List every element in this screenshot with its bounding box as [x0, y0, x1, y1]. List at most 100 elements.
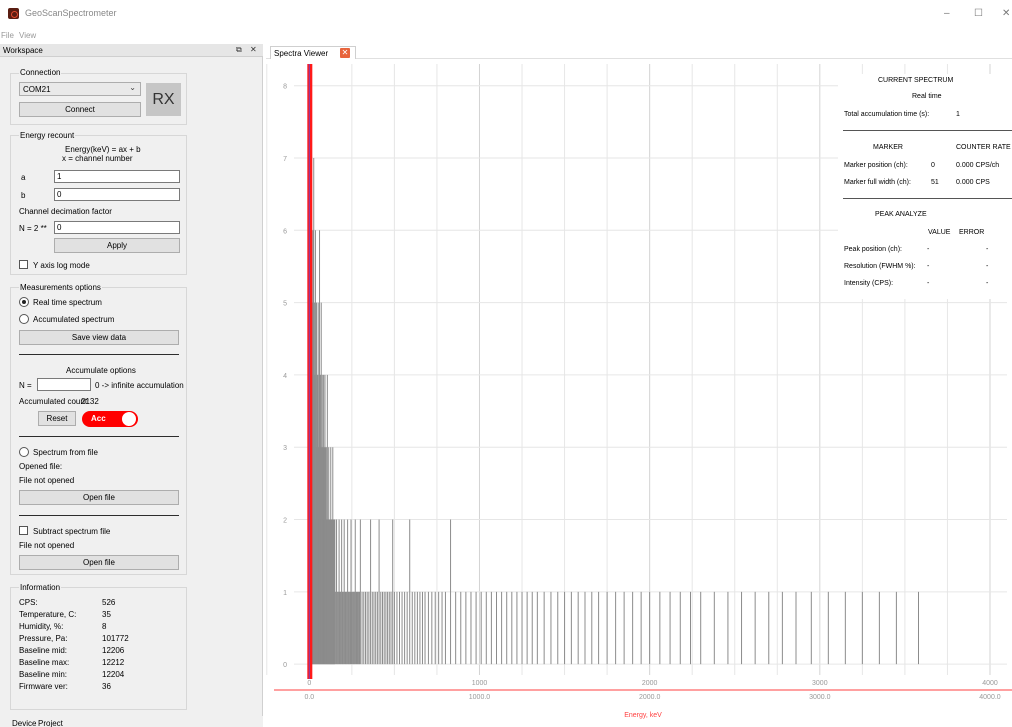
x-tick-label: 2000: [642, 680, 658, 687]
current-title: CURRENT SPECTRUM: [878, 77, 954, 84]
marker-width-rate: 0.000 CPS: [956, 179, 990, 186]
peak-row-label: Intensity (CPS):: [844, 280, 894, 287]
a-input[interactable]: 1: [54, 170, 180, 183]
x-tick-label-secondary: 2000.0: [639, 694, 661, 701]
total-time-label: Total accumulation time (s):: [844, 111, 930, 118]
y-tick-label: 2: [283, 518, 287, 525]
peak-row-value: -: [927, 246, 930, 253]
realtime-label: Real time spectrum: [33, 298, 102, 307]
acc-toggle[interactable]: Acc: [82, 411, 138, 427]
reset-button[interactable]: Reset: [38, 411, 76, 426]
spectra-viewer-label: Spectra Viewer: [274, 49, 329, 58]
info-value: 526: [102, 598, 116, 607]
accumulated-label: Accumulated spectrum: [33, 315, 115, 324]
window-title: GeoScanSpectrometer: [25, 8, 117, 18]
port-select[interactable]: COM21 ⌄: [19, 82, 141, 96]
save-view-button[interactable]: Save view data: [19, 330, 179, 345]
peak-row-error: -: [986, 246, 989, 253]
peak-row-value: -: [927, 263, 930, 270]
y-tick-label: 0: [283, 662, 287, 669]
subtract-checkbox[interactable]: [19, 526, 28, 535]
separator: [843, 130, 1012, 131]
app-logo-icon: [8, 8, 19, 19]
energy-title: Energy recount: [19, 131, 76, 140]
connect-button[interactable]: Connect: [19, 102, 141, 117]
app-window: GeoScanSpectrometer – ☐ ✕ File View Work…: [0, 0, 1012, 727]
tab-device[interactable]: Device: [12, 719, 36, 727]
chevron-down-icon: ⌄: [129, 83, 136, 92]
separator: [19, 436, 179, 437]
close-icon[interactable]: ✕: [1002, 8, 1010, 19]
subtract-open-button[interactable]: Open file: [19, 555, 179, 570]
open-file-button[interactable]: Open file: [19, 490, 179, 505]
port-value: COM21: [23, 85, 51, 94]
separator: [19, 354, 179, 355]
info-label: Firmware ver:: [19, 682, 68, 691]
info-label: Baseline min:: [19, 670, 68, 679]
peak-analyze-title: PEAK ANALYZE: [875, 211, 927, 218]
marker-position-rate: 0.000 CPS/ch: [956, 162, 1000, 169]
info-value: 12212: [102, 658, 125, 667]
log-mode-label: Y axis log mode: [33, 261, 90, 270]
realtime-radio[interactable]: [19, 297, 29, 307]
title-bar: GeoScanSpectrometer – ☐ ✕: [0, 0, 1012, 30]
total-time-value: 1: [956, 111, 960, 118]
tab-spectra-viewer[interactable]: Spectra Viewer ✕: [270, 46, 356, 59]
b-label: b: [21, 191, 26, 200]
float-icon[interactable]: ⧉: [236, 45, 242, 55]
accum-count-label: Accumulated count:: [19, 397, 90, 406]
information-title: Information: [19, 583, 62, 592]
from-file-radio[interactable]: [19, 447, 29, 457]
measurements-title: Measurements options: [19, 283, 102, 292]
b-input[interactable]: 0: [54, 188, 180, 201]
info-label: CPS:: [19, 598, 38, 607]
separator: [19, 515, 179, 516]
accum-n-label: N =: [19, 381, 32, 390]
peak-row-error: -: [986, 280, 989, 287]
accum-n-input[interactable]: [37, 378, 91, 391]
accum-count-value: 2132: [81, 397, 99, 406]
x-tick-label-secondary: 1000.0: [469, 694, 491, 701]
accumulate-options-title: Accumulate options: [66, 366, 136, 375]
x-tick-label-secondary: 0.0: [304, 694, 314, 701]
accumulated-radio[interactable]: [19, 314, 29, 324]
from-file-label: Spectrum from file: [33, 448, 98, 457]
a-label: a: [21, 173, 26, 182]
x-tick-label: 4000: [982, 680, 998, 687]
file-status: File not opened: [19, 476, 75, 485]
x-tick-label: 3000: [812, 680, 828, 687]
error-header: ERROR: [959, 229, 985, 236]
log-mode-checkbox[interactable]: [19, 260, 28, 269]
tab-project[interactable]: Project: [38, 719, 63, 727]
y-tick-label: 4: [283, 373, 287, 380]
x-axis-title: Energy, keV: [624, 712, 662, 719]
x-tick-label-secondary: 3000.0: [809, 694, 831, 701]
y-tick-label: 6: [283, 228, 287, 235]
peak-row-label: Peak position (ch):: [844, 246, 902, 253]
menu-bar: File View: [0, 30, 200, 43]
marker-width-value: 51: [931, 179, 939, 186]
maximize-icon[interactable]: ☐: [974, 8, 983, 19]
subtract-label: Subtract spectrum file: [33, 527, 111, 536]
current-mode: Real time: [912, 93, 942, 100]
minimize-icon[interactable]: –: [944, 8, 950, 19]
panel-close-icon[interactable]: ✕: [250, 45, 257, 54]
y-tick-label: 8: [283, 84, 287, 91]
menu-view[interactable]: View: [19, 31, 36, 40]
decimation-label: Channel decimation factor: [19, 207, 112, 216]
n-power-label: N = 2 **: [19, 224, 47, 233]
info-label: Humidity, %:: [19, 622, 64, 631]
x-tick-label-secondary: 4000.0: [979, 694, 1001, 701]
tab-close-icon[interactable]: ✕: [340, 48, 350, 58]
menu-file[interactable]: File: [1, 31, 14, 40]
info-value: 8: [102, 622, 107, 631]
current-spectrum-panel: CURRENT SPECTRUM Real time Total accumul…: [838, 74, 1012, 299]
apply-button[interactable]: Apply: [54, 238, 180, 253]
decimation-input[interactable]: 0: [54, 221, 180, 234]
info-label: Baseline mid:: [19, 646, 68, 655]
peak-row-value: -: [927, 280, 930, 287]
y-tick-label: 7: [283, 156, 287, 163]
info-value: 12206: [102, 646, 125, 655]
info-label: Pressure, Pa:: [19, 634, 68, 643]
x-tick-label: 1000: [472, 680, 488, 687]
